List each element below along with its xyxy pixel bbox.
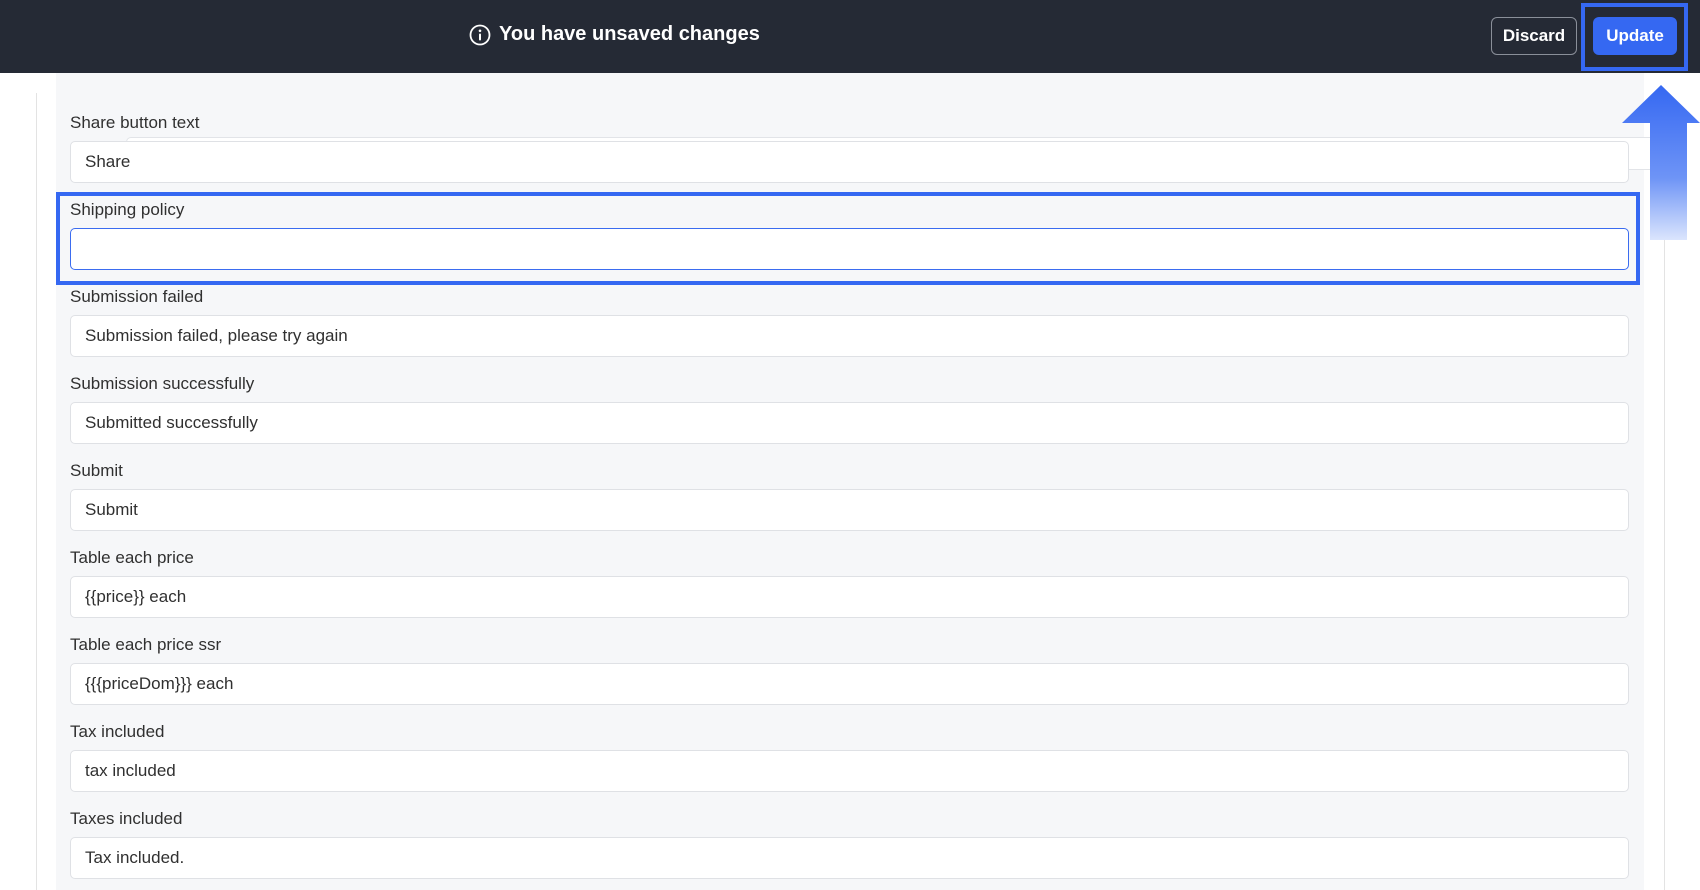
submission-successfully-input[interactable] [70, 402, 1629, 444]
field-label-table-each-price-ssr: Table each price ssr [70, 635, 222, 654]
field-label-shipping-policy: Shipping policy [70, 200, 185, 219]
field-label-submit: Submit [70, 461, 123, 480]
info-circle-icon [469, 24, 491, 45]
share-button-text-input[interactable] [70, 141, 1629, 183]
unsaved-changes-bar: You have unsaved changes Discard Update [0, 0, 1700, 73]
field-label-tax-included: Tax included [70, 722, 165, 741]
submit-input[interactable] [70, 489, 1629, 531]
submission-failed-input[interactable] [70, 315, 1629, 357]
table-each-price-ssr-input[interactable] [70, 663, 1629, 705]
discard-button[interactable]: Discard [1491, 17, 1577, 55]
up-arrow-icon [1622, 85, 1700, 240]
unsaved-changes-text: You have unsaved changes [499, 23, 760, 45]
shipping-policy-input[interactable] [70, 228, 1629, 270]
field-label-submission-failed: Submission failed [70, 287, 204, 306]
field-label-table-each-price: Table each price [70, 548, 194, 567]
left-divider [36, 93, 37, 890]
field-label-share-button-text: Share button text [70, 113, 200, 132]
update-button[interactable]: Update [1593, 17, 1677, 55]
field-label-submission-successfully: Submission successfully [70, 374, 255, 393]
field-label-taxes-included: Taxes included [70, 809, 183, 828]
tax-included-input[interactable] [70, 750, 1629, 792]
table-each-price-input[interactable] [70, 576, 1629, 618]
unsaved-changes-message: You have unsaved changes [469, 23, 760, 46]
taxes-included-input[interactable] [70, 837, 1629, 879]
